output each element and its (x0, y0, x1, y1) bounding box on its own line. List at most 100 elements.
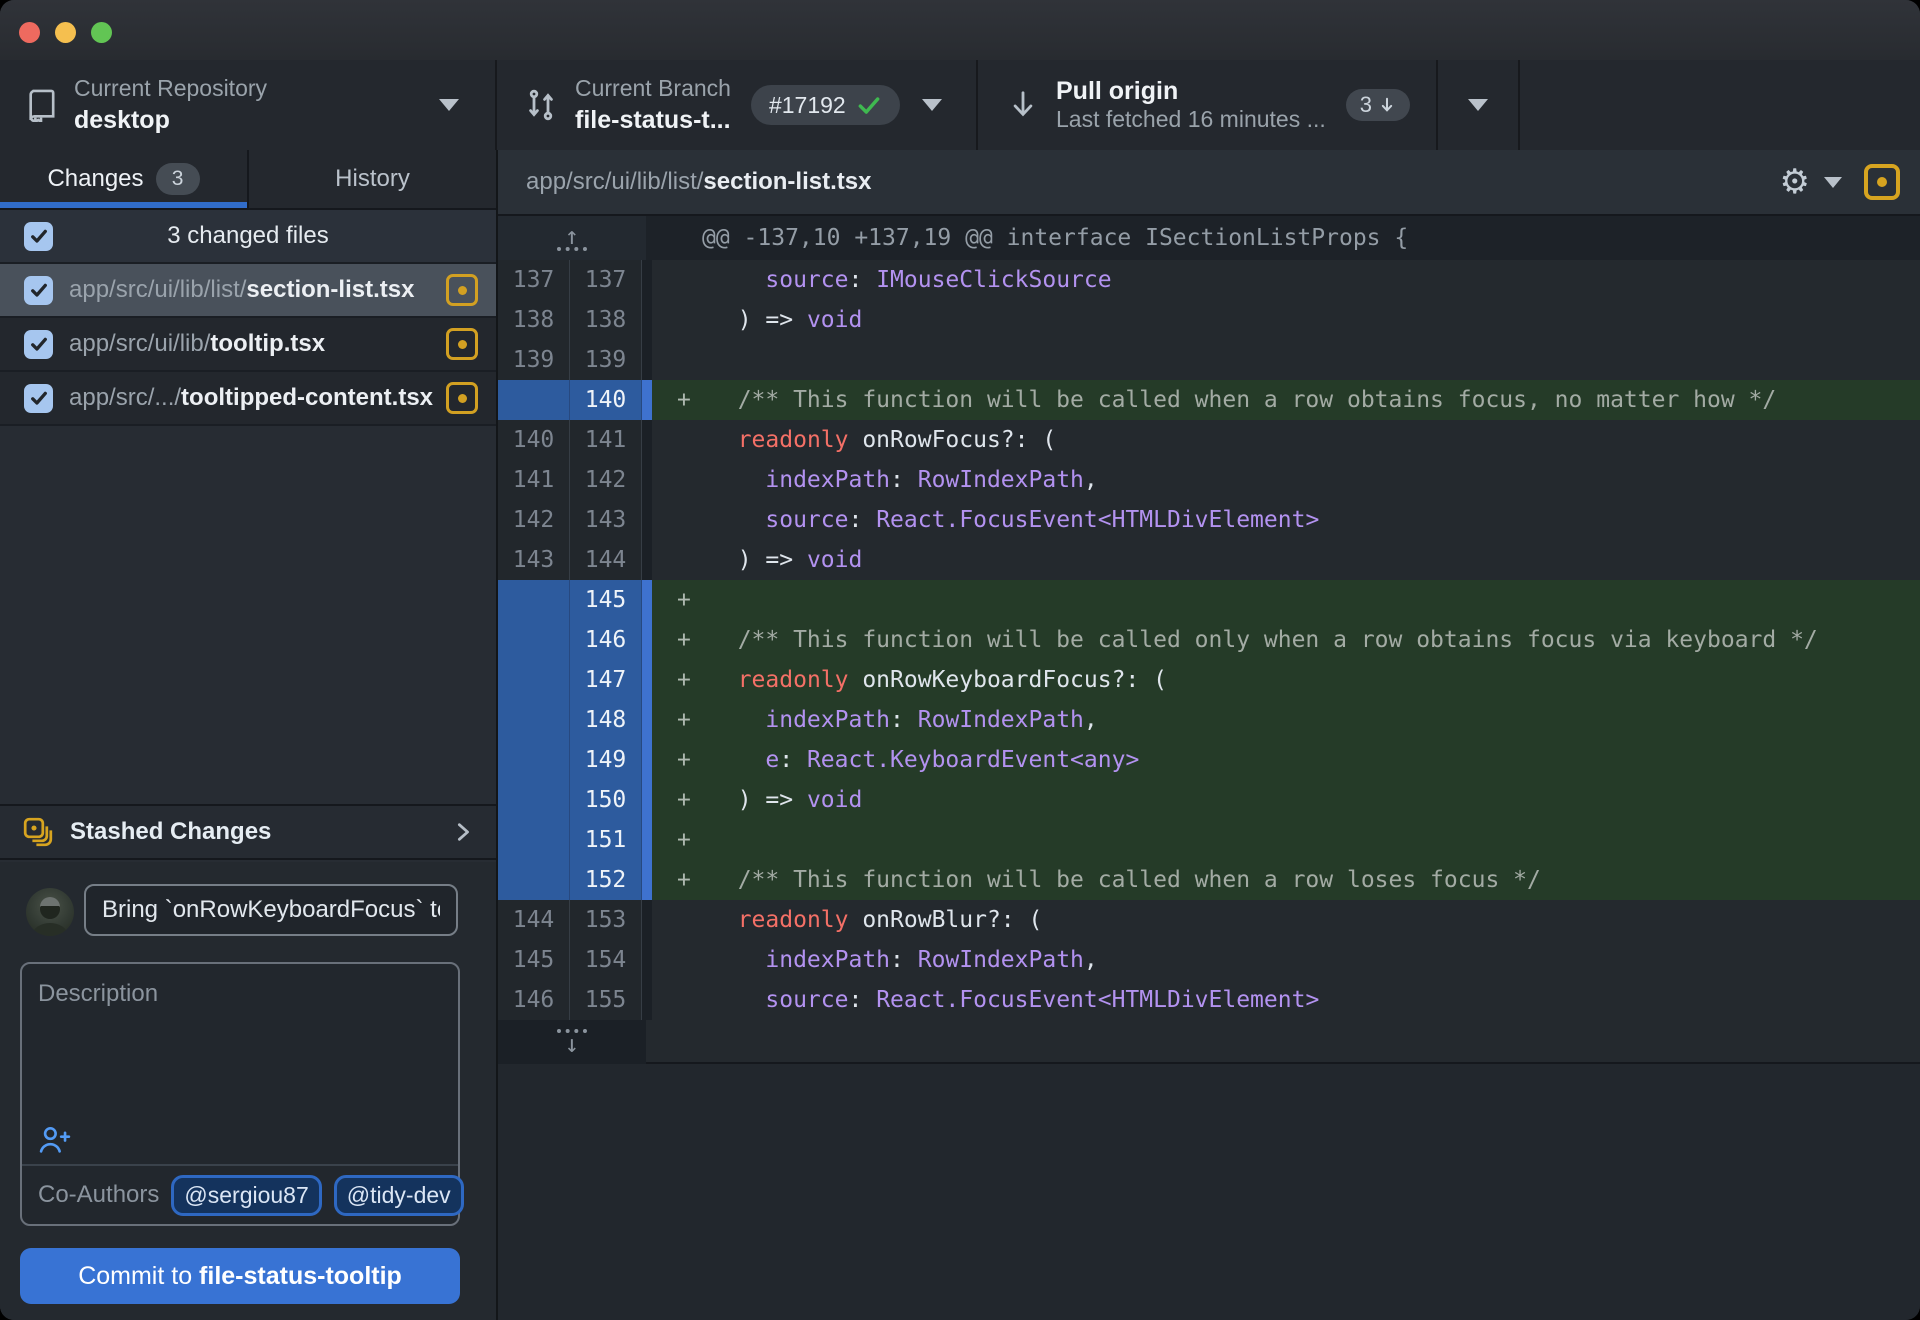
new-line-number[interactable]: 143 (570, 500, 642, 540)
coauthor-pill[interactable]: @tidy-dev (333, 1174, 464, 1216)
new-line-number[interactable]: 141 (570, 420, 642, 460)
pr-status-badge[interactable]: #17192 (750, 85, 900, 125)
new-line-number[interactable]: 137 (570, 260, 642, 300)
changes-count-badge: 3 (155, 163, 200, 195)
commit-button[interactable]: Commit to file-status-tooltip (20, 1248, 460, 1304)
old-line-number[interactable] (498, 620, 570, 660)
diff-line: 139 139 (498, 340, 1920, 380)
code-line: + /** This function will be called only … (652, 620, 1920, 660)
gutter-band (642, 420, 652, 460)
file-checkbox[interactable] (24, 329, 53, 359)
old-line-number[interactable]: 137 (498, 260, 570, 300)
old-line-number[interactable] (498, 660, 570, 700)
pull-origin-button[interactable]: Pull origin Last fetched 16 minutes ... … (978, 60, 1438, 150)
new-line-number[interactable]: 150 (570, 780, 642, 820)
new-line-number[interactable]: 145 (570, 580, 642, 620)
coauthor-pill[interactable]: @sergiou87 (171, 1174, 322, 1216)
gear-icon[interactable]: ⚙ (1780, 165, 1810, 199)
new-line-number[interactable]: 147 (570, 660, 642, 700)
titlebar[interactable] (0, 0, 1920, 60)
old-line-number[interactable] (498, 380, 570, 420)
stashed-changes-label: Stashed Changes (70, 818, 272, 845)
new-line-number[interactable]: 155 (570, 980, 642, 1020)
code-line: indexPath: RowIndexPath, (652, 460, 1920, 500)
pull-options-dropdown[interactable] (1438, 60, 1520, 150)
file-path: app/src/ui/lib/tooltip.tsx (69, 330, 326, 357)
old-line-number[interactable]: 145 (498, 940, 570, 980)
old-line-number[interactable]: 138 (498, 300, 570, 340)
current-branch-button[interactable]: Current Branch file-status-t... #17192 (497, 60, 978, 150)
old-line-number[interactable]: 141 (498, 460, 570, 500)
old-line-number[interactable]: 139 (498, 340, 570, 380)
new-line-number[interactable]: 153 (570, 900, 642, 940)
old-line-number[interactable] (498, 860, 570, 900)
old-line-number[interactable]: 146 (498, 980, 570, 1020)
new-line-number[interactable]: 148 (570, 700, 642, 740)
new-line-number[interactable]: 139 (570, 340, 642, 380)
gutter-band (642, 780, 652, 820)
diff-line: 142 143 source: React.FocusEvent<HTMLDivE… (498, 500, 1920, 540)
zoom-button[interactable] (91, 22, 112, 43)
file-row[interactable]: app/src/.../tooltipped-content.tsx (0, 372, 496, 426)
new-line-number[interactable]: 154 (570, 940, 642, 980)
current-repository-label: Current Repository (74, 74, 268, 101)
tab-history[interactable]: History (247, 150, 496, 208)
pull-origin-title: Pull origin (1056, 77, 1179, 106)
new-line-number[interactable]: 140 (570, 380, 642, 420)
code-line: + (652, 580, 1920, 620)
file-path: app/src/ui/lib/list/section-list.tsx (69, 276, 415, 303)
file-checkbox[interactable] (24, 383, 53, 413)
old-line-number[interactable]: 142 (498, 500, 570, 540)
current-repository-button[interactable]: Current Repository desktop (0, 60, 497, 150)
new-line-number[interactable]: 152 (570, 860, 642, 900)
commit-description-box: Co-Authors @sergiou87 @tidy-dev (20, 962, 464, 1226)
old-line-number[interactable] (498, 820, 570, 860)
old-line-number[interactable] (498, 780, 570, 820)
old-line-number[interactable]: 140 (498, 420, 570, 460)
code-line: source: IMouseClickSource (652, 260, 1920, 300)
file-row[interactable]: app/src/ui/lib/list/section-list.tsx (0, 264, 496, 318)
add-coauthor-icon[interactable] (38, 1124, 72, 1154)
modified-status-icon (446, 274, 478, 306)
gutter-band (642, 980, 652, 1020)
code-line: + ) => void (652, 780, 1920, 820)
old-line-number[interactable] (498, 700, 570, 740)
new-line-number[interactable]: 138 (570, 300, 642, 340)
new-line-number[interactable]: 149 (570, 740, 642, 780)
diff-line: 148 + indexPath: RowIndexPath, (498, 700, 1920, 740)
diff-file-dir: app/src/ui/lib/list/ (526, 168, 704, 195)
expand-hunk-down-button[interactable]: ↓ (557, 1029, 587, 1056)
old-line-number[interactable]: 144 (498, 900, 570, 940)
new-line-number[interactable]: 151 (570, 820, 642, 860)
minimize-button[interactable] (55, 22, 76, 43)
chevron-down-icon[interactable] (1824, 176, 1842, 188)
behind-count: 3 (1359, 92, 1372, 117)
old-line-number[interactable] (498, 740, 570, 780)
expand-hunk-up-button[interactable]: ↑ (557, 224, 587, 251)
commit-summary-input[interactable] (84, 884, 458, 936)
close-button[interactable] (19, 22, 40, 43)
commit-description-input[interactable] (22, 964, 458, 1124)
diff-line: 151 + (498, 820, 1920, 860)
code-line: + e: React.KeyboardEvent<any> (652, 740, 1920, 780)
tab-changes-label: Changes (47, 165, 144, 192)
diff-header: app/src/ui/lib/list/section-list.tsx ⚙ (498, 150, 1920, 216)
file-checkbox[interactable] (24, 275, 53, 305)
old-line-number[interactable] (498, 580, 570, 620)
stashed-changes-row[interactable]: Stashed Changes (0, 804, 496, 860)
file-row[interactable]: app/src/ui/lib/tooltip.tsx (0, 318, 496, 372)
select-all-checkbox[interactable] (24, 221, 53, 251)
gutter-band (642, 500, 652, 540)
tab-changes[interactable]: Changes 3 (0, 150, 247, 208)
expand-down-row: ↓ (498, 1020, 1920, 1064)
chevron-down-icon (921, 99, 942, 111)
avatar (26, 888, 74, 936)
old-line-number[interactable]: 143 (498, 540, 570, 580)
code-line: + (652, 820, 1920, 860)
current-branch-name: file-status-t... (575, 106, 731, 135)
new-line-number[interactable]: 146 (570, 620, 642, 660)
new-line-number[interactable]: 144 (570, 540, 642, 580)
new-line-number[interactable]: 142 (570, 460, 642, 500)
hunk-header-row: ↑ @@ -137,10 +137,19 @@ interface ISecti… (498, 216, 1920, 260)
changed-files-count: 3 changed files (167, 222, 329, 249)
